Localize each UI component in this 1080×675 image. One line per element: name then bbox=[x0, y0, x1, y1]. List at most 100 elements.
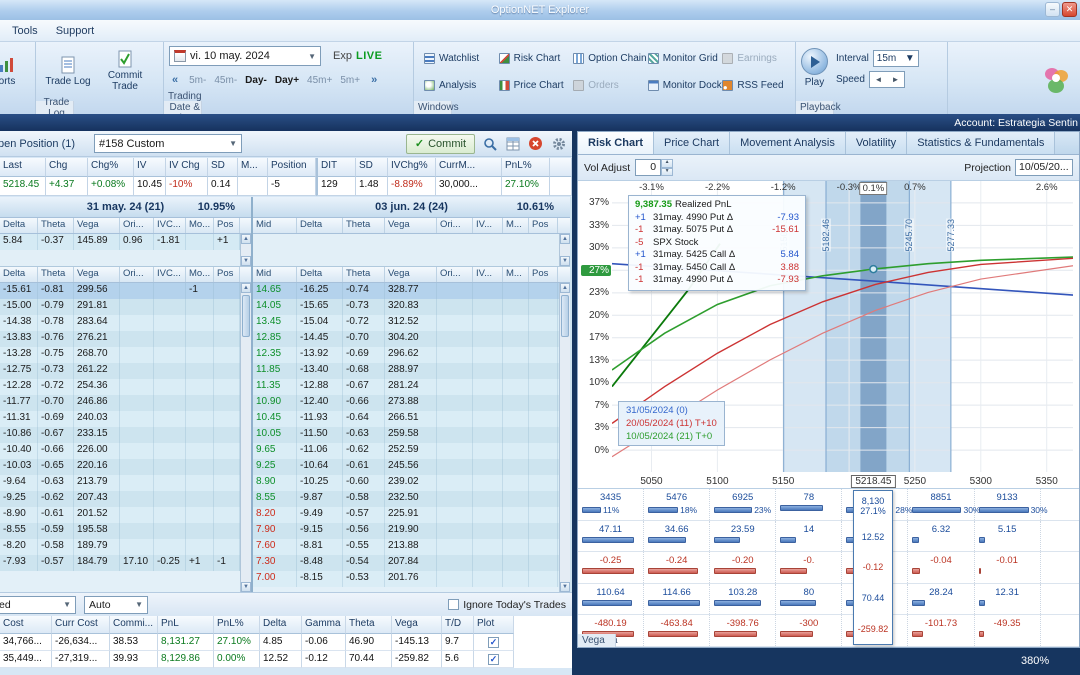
scroll-up-icon[interactable]: ▲ bbox=[560, 234, 570, 244]
vol-adjust-value[interactable]: 0 bbox=[635, 159, 662, 176]
chain-row[interactable]: -11.31 -0.69 240.03 bbox=[0, 411, 240, 427]
expiry-header[interactable]: 03 jun. 24 (24) 10.61% bbox=[253, 197, 570, 218]
trade-log-button[interactable]: Trade Log bbox=[41, 44, 95, 98]
chain-row[interactable]: 7.00 -8.15 -0.53 201.76 bbox=[253, 571, 559, 587]
column-header-ori[interactable]: Ori... bbox=[120, 218, 154, 233]
window-toggle-option-chain[interactable]: Option Chain bbox=[568, 45, 647, 72]
column-header-vega[interactable]: Vega bbox=[74, 218, 120, 233]
risk-chart[interactable]: 37% 33% 30% 27% 23% 20% 17% 13% 10% 7% 3% 0% -3.1% -… bbox=[578, 181, 1079, 489]
scroll-down-icon[interactable]: ▼ bbox=[241, 256, 251, 266]
column-header-vega[interactable]: Vega bbox=[385, 267, 437, 282]
settings-button[interactable] bbox=[550, 135, 567, 152]
window-toggle-rss-feed[interactable]: RSS Feed bbox=[717, 72, 789, 99]
column-header-mid[interactable]: Mid bbox=[253, 218, 297, 233]
window-toggle-monitor-dock[interactable]: Monitor Dock bbox=[643, 72, 722, 99]
chain-row[interactable]: -10.40 -0.66 226.00 bbox=[0, 443, 240, 459]
tab-movement-analysis[interactable]: Movement Analysis bbox=[730, 132, 846, 154]
chain-row[interactable]: 11.85 -13.40 -0.68 288.97 bbox=[253, 363, 559, 379]
grid-view-button[interactable] bbox=[504, 135, 521, 152]
chain-row[interactable]: 14.05 -15.65 -0.73 320.83 bbox=[253, 299, 559, 315]
speed-stepper[interactable]: ◄ ► bbox=[868, 71, 905, 88]
scroll-up-icon[interactable]: ▲ bbox=[560, 283, 570, 293]
reports-button[interactable]: orts bbox=[0, 44, 34, 98]
chain-row[interactable]: 11.35 -12.88 -0.67 281.24 bbox=[253, 379, 559, 395]
column-header-ori[interactable]: Ori... bbox=[437, 267, 473, 282]
nav-day-button[interactable]: Day+ bbox=[271, 74, 303, 87]
column-header-vega[interactable]: Vega bbox=[74, 267, 120, 282]
scrollbar[interactable]: ▲ ▼ bbox=[240, 234, 251, 266]
totals-header-gamma[interactable]: Gamma bbox=[302, 616, 346, 634]
aggregation-select[interactable]: ed ▼ bbox=[0, 595, 76, 614]
column-header-iv[interactable]: IV... bbox=[473, 267, 503, 282]
tab-volatility[interactable]: Volatility bbox=[845, 132, 908, 154]
spin-down-icon[interactable]: ▼ bbox=[661, 167, 674, 176]
column-header-pos[interactable]: Pos bbox=[529, 218, 558, 233]
nav-5m-button[interactable]: 5m+ bbox=[336, 74, 364, 87]
ignore-todays-trades-checkbox[interactable] bbox=[448, 599, 460, 610]
totals-header-pnl[interactable]: PnL% bbox=[214, 616, 260, 634]
delete-position-button[interactable] bbox=[527, 135, 544, 152]
nav-fast-forward-button[interactable]: » bbox=[368, 73, 380, 87]
chain-row[interactable]: 10.90 -12.40 -0.66 273.88 bbox=[253, 395, 559, 411]
totals-header-curr-cost[interactable]: Curr Cost bbox=[52, 616, 110, 634]
commit-button[interactable]: ✓ Commit bbox=[405, 133, 475, 154]
nav-day-button[interactable]: Day- bbox=[241, 74, 271, 87]
mode-select[interactable]: Auto ▼ bbox=[84, 595, 148, 614]
totals-header-pnl[interactable]: PnL bbox=[158, 616, 214, 634]
spin-up-icon[interactable]: ▲ bbox=[661, 159, 674, 168]
column-header-pos[interactable]: Pos bbox=[214, 267, 240, 282]
scroll-up-icon[interactable]: ▲ bbox=[241, 234, 251, 244]
chain-row[interactable]: 9.65 -11.06 -0.62 252.59 bbox=[253, 443, 559, 459]
nav-5m-button[interactable]: 5m- bbox=[185, 74, 210, 87]
column-header-delta[interactable]: Delta bbox=[297, 218, 343, 233]
interval-select[interactable]: 15m ▼ bbox=[872, 50, 919, 67]
expiry-header[interactable]: 31 may. 24 (21) 10.95% bbox=[0, 197, 251, 218]
chain-row[interactable]: -13.83 -0.76 276.21 bbox=[0, 331, 240, 347]
menu-tools[interactable]: Tools bbox=[4, 23, 46, 39]
trading-date-picker[interactable]: vi. 10 may. 2024 ▼ bbox=[169, 46, 321, 66]
nav-45m-button[interactable]: 45m+ bbox=[303, 74, 336, 87]
ignore-todays-trades-toggle[interactable]: Ignore Today's Trades bbox=[448, 599, 566, 611]
scroll-up-icon[interactable]: ▲ bbox=[241, 283, 251, 293]
chain-row[interactable]: -15.61 -0.81 299.56 -1 bbox=[0, 283, 240, 299]
chain-row[interactable]: 10.45 -11.93 -0.64 266.51 bbox=[253, 411, 559, 427]
column-header-delta[interactable]: Delta bbox=[297, 267, 343, 282]
scrollbar[interactable]: ▲ ▼ bbox=[559, 283, 570, 592]
column-header-ivc[interactable]: IVC... bbox=[154, 267, 186, 282]
position-row[interactable]: 5.84 -0.37 145.89 0.96 -1.81 +1 bbox=[0, 234, 240, 250]
column-header-mid[interactable]: Mid bbox=[253, 267, 297, 282]
chain-row[interactable]: 7.60 -8.81 -0.55 213.88 bbox=[253, 539, 559, 555]
tab-price-chart[interactable]: Price Chart bbox=[654, 132, 731, 154]
column-header-mo[interactable]: Mo... bbox=[186, 267, 214, 282]
column-header-m[interactable]: M... bbox=[503, 267, 529, 282]
tab-risk-chart[interactable]: Risk Chart bbox=[578, 132, 655, 154]
totals-header-delta[interactable]: Delta bbox=[260, 616, 302, 634]
chain-row[interactable]: 12.85 -14.45 -0.70 304.20 bbox=[253, 331, 559, 347]
totals-row[interactable]: 34,766... -26,634... 38.53 8,131.27 27.10% 4.… bbox=[0, 634, 572, 651]
title-bar[interactable]: OptionNET Explorer – ✕ bbox=[0, 0, 1080, 20]
window-toggle-analysis[interactable]: Analysis bbox=[419, 72, 491, 99]
chain-row[interactable]: -13.28 -0.75 268.70 bbox=[0, 347, 240, 363]
column-header-pos[interactable]: Pos bbox=[214, 218, 240, 233]
column-header-iv[interactable]: IV... bbox=[473, 218, 503, 233]
window-toggle-risk-chart[interactable]: Risk Chart bbox=[494, 45, 566, 72]
chain-row[interactable]: -14.38 -0.78 283.64 bbox=[0, 315, 240, 331]
column-header-delta[interactable]: Delta bbox=[0, 218, 38, 233]
chain-row[interactable]: -8.55 -0.59 195.58 bbox=[0, 523, 240, 539]
search-button[interactable] bbox=[481, 135, 498, 152]
play-button[interactable] bbox=[801, 48, 828, 75]
chain-row[interactable]: -8.20 -0.58 189.79 bbox=[0, 539, 240, 555]
totals-header-vega[interactable]: Vega bbox=[392, 616, 442, 634]
chain-row[interactable]: 7.30 -8.48 -0.54 207.84 bbox=[253, 555, 559, 571]
chain-row[interactable]: -11.77 -0.70 246.86 bbox=[0, 395, 240, 411]
chain-row[interactable]: -12.28 -0.72 254.36 bbox=[0, 379, 240, 395]
column-header-ivc[interactable]: IVC... bbox=[154, 218, 186, 233]
minimize-button[interactable]: – bbox=[1045, 2, 1060, 17]
chain-row[interactable]: -12.75 -0.73 261.22 bbox=[0, 363, 240, 379]
scroll-down-icon[interactable]: ▼ bbox=[560, 582, 570, 592]
scroll-thumb[interactable] bbox=[242, 295, 250, 337]
commit-trade-button[interactable]: Commit Trade bbox=[98, 44, 152, 98]
chain-row[interactable]: 12.35 -13.92 -0.69 296.62 bbox=[253, 347, 559, 363]
close-button[interactable]: ✕ bbox=[1062, 2, 1077, 17]
chain-row[interactable]: -7.93 -0.57 184.79 17.10 -0.25 +1 -1 bbox=[0, 555, 240, 571]
